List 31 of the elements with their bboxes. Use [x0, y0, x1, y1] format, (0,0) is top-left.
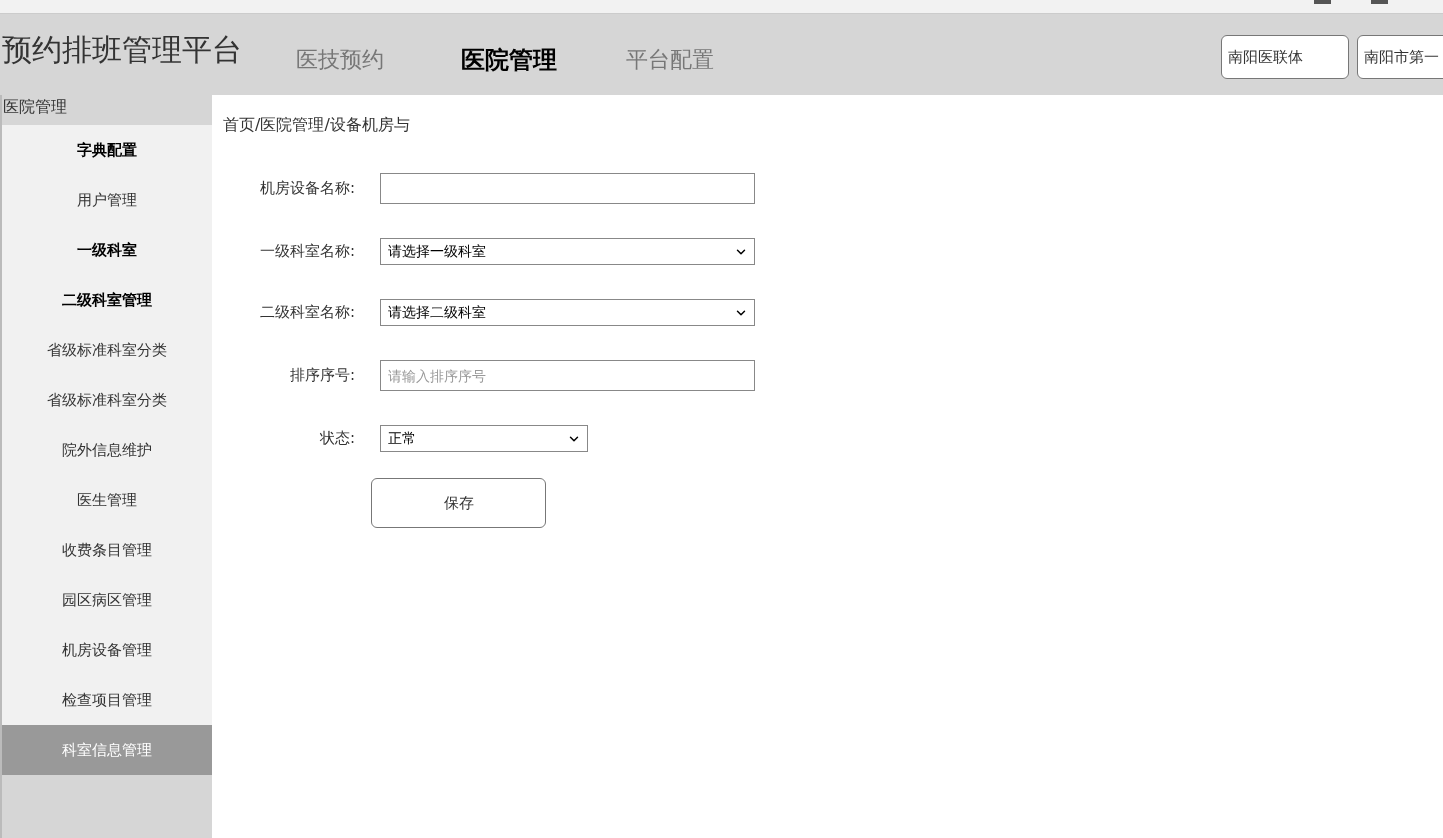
field-label: 一级科室名称: — [258, 241, 356, 263]
breadcrumb: 首页/医院管理/设备机房与 — [223, 114, 411, 136]
sidebar-item[interactable]: 一级科室 — [2, 225, 212, 275]
select-field[interactable]: 正常 — [380, 425, 588, 452]
sidebar-item[interactable]: 收费条目管理 — [2, 525, 212, 575]
field-label: 二级科室名称: — [258, 302, 356, 324]
org-selector[interactable]: 南阳市第一 — [1357, 35, 1443, 79]
sidebar-item[interactable]: 用户管理 — [2, 175, 212, 225]
save-button[interactable]: 保存 — [371, 478, 546, 528]
field-label: 排序序号: — [288, 365, 356, 387]
sidebar-item[interactable]: 园区病区管理 — [2, 575, 212, 625]
sidebar-item[interactable]: 机房设备管理 — [2, 625, 212, 675]
nav-tab[interactable]: 医院管理 — [461, 42, 626, 78]
sidebar-item[interactable]: 字典配置 — [2, 125, 212, 175]
org-selector[interactable]: 南阳医联体 — [1221, 35, 1349, 79]
field-label: 机房设备名称: — [258, 178, 356, 200]
select-field[interactable]: 请选择二级科室 — [380, 299, 755, 326]
sidebar-item[interactable]: 院外信息维护 — [2, 425, 212, 475]
select-field[interactable]: 请选择一级科室 — [380, 238, 755, 265]
field-label: 状态: — [318, 428, 356, 450]
window-control-icon[interactable] — [1314, 0, 1331, 4]
window-control-icon[interactable] — [1371, 0, 1388, 4]
sidebar-section-title: 医院管理 — [2, 96, 68, 118]
sidebar-item[interactable]: 医生管理 — [2, 475, 212, 525]
sidebar-item[interactable]: 省级标准科室分类 — [2, 375, 212, 425]
sidebar-item[interactable]: 省级标准科室分类 — [2, 325, 212, 375]
sidebar-item[interactable]: 二级科室管理 — [2, 275, 212, 325]
input-field[interactable]: 请输入排序序号 — [380, 360, 755, 391]
app-title: 预约排班管理平台 — [2, 31, 242, 69]
input-field[interactable] — [380, 173, 755, 204]
sidebar-item[interactable]: 检查项目管理 — [2, 675, 212, 725]
